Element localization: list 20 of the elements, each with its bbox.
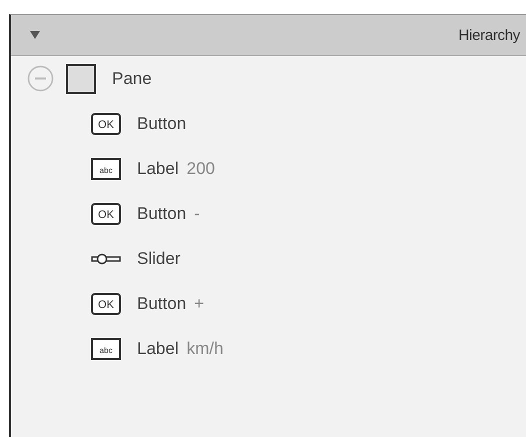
button-icon: OK xyxy=(91,202,121,224)
panel-toggle[interactable] xyxy=(28,29,42,41)
node-label[interactable]: Button xyxy=(137,294,186,314)
node-label[interactable]: Label xyxy=(137,338,179,358)
pane-icon xyxy=(66,64,96,94)
node-label[interactable]: Button xyxy=(137,114,186,134)
node-label[interactable]: Label xyxy=(137,158,179,178)
slider-icon xyxy=(91,252,121,264)
button-icon: OK xyxy=(91,112,121,134)
node-label[interactable]: Pane xyxy=(112,68,152,88)
node-text: km/h xyxy=(186,338,224,358)
label-icon: abc xyxy=(91,158,121,180)
node-label[interactable]: Button xyxy=(137,204,186,224)
panel-title: Hierarchy xyxy=(458,26,520,44)
node-text: + xyxy=(194,294,204,314)
label-icon: abc xyxy=(91,338,121,360)
node-text: 200 xyxy=(186,158,215,178)
button-icon: OK xyxy=(91,292,121,314)
node-text: - xyxy=(194,204,200,224)
node-label[interactable]: Slider xyxy=(137,248,180,268)
